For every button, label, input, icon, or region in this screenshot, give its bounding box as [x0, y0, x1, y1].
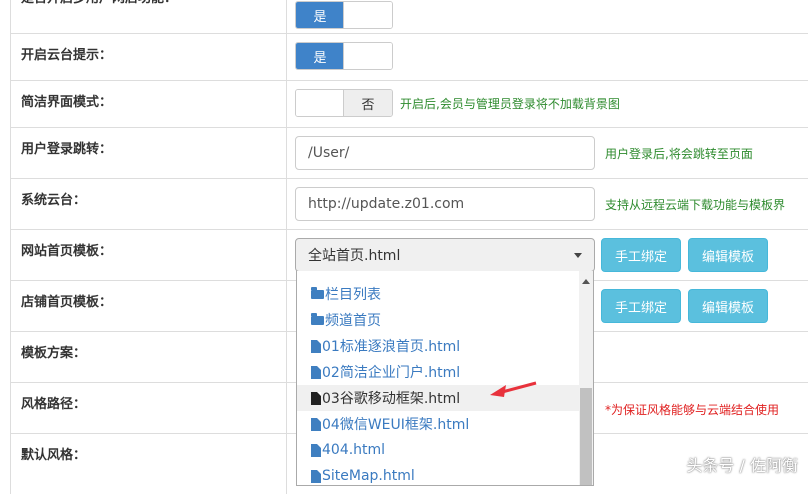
multi-user-shop-toggle[interactable]: 是: [295, 1, 393, 29]
field-label: 是否开启多用户网店功能：: [11, 0, 287, 33]
list-item[interactable]: SiteMap.html: [297, 463, 579, 485]
watermark: 头条号 / 佐阿衡: [686, 456, 798, 475]
field-label: 开启云台提示：: [11, 34, 287, 80]
simple-mode-hint: 开启后,会员与管理员登录将不加载背景图: [400, 97, 620, 111]
system-cloud-hint: 支持从远程云端下载功能与模板界: [605, 198, 786, 212]
annotation-arrow-icon: [490, 381, 537, 397]
field-label: 默认风格：: [11, 434, 287, 494]
row-cloud-tip: 开启云台提示： 是: [11, 34, 808, 81]
row-system-cloud: 系统云台： http://update.z01.com 支持从远程云端下载功能与…: [11, 179, 808, 230]
simple-mode-toggle[interactable]: 否: [295, 89, 393, 117]
caret-down-icon: [574, 253, 582, 258]
scroll-up-icon[interactable]: [582, 279, 590, 284]
toggle-no[interactable]: [343, 43, 392, 69]
folder-icon: [311, 286, 324, 299]
template-dropdown-list[interactable]: 栏目列表 频道首页 01标准逐浪首页.html 02简洁企业门户.html 03…: [296, 271, 594, 486]
field-label: 用户登录跳转：: [11, 128, 287, 178]
list-item[interactable]: 01标准逐浪首页.html: [297, 333, 579, 359]
row-login-redirect: 用户登录跳转： /User/ 用户登录后,将会跳转至页面: [11, 128, 808, 179]
cloud-tip-toggle[interactable]: 是: [295, 42, 393, 70]
dropdown-scrollbar[interactable]: [579, 271, 593, 485]
folder-icon: [311, 312, 324, 325]
scrollbar-thumb[interactable]: [580, 388, 592, 485]
row-simple-mode: 简洁界面模式： 否 开启后,会员与管理员登录将不加载背景图: [11, 81, 808, 128]
bind-button[interactable]: 手工绑定: [601, 238, 682, 272]
system-cloud-input[interactable]: http://update.z01.com: [295, 187, 595, 221]
toggle-no[interactable]: 否: [343, 90, 392, 116]
toggle-yes[interactable]: 是: [296, 2, 344, 28]
field-label: 网站首页模板：: [11, 230, 287, 280]
login-redirect-input[interactable]: /User/: [295, 136, 595, 170]
file-icon: [311, 391, 321, 405]
login-redirect-hint: 用户登录后,将会跳转至页面: [605, 147, 753, 161]
style-path-hint: *为保证风格能够与云端结合使用: [605, 403, 780, 417]
select-value: 全站首页.html: [308, 248, 401, 264]
file-icon: [311, 469, 321, 483]
field-label: 风格路径：: [11, 383, 287, 433]
file-icon: [311, 365, 321, 379]
file-icon: [311, 443, 321, 457]
list-item[interactable]: 04微信WEUI框架.html: [297, 411, 579, 437]
toggle-yes[interactable]: [296, 90, 344, 116]
field-label: 店铺首页模板：: [11, 281, 287, 331]
field-label: 模板方案：: [11, 332, 287, 382]
site-home-template-select[interactable]: 全站首页.html: [295, 238, 595, 272]
edit-template-button[interactable]: 编辑模板: [688, 289, 769, 323]
file-icon: [311, 417, 321, 431]
list-item[interactable]: 频道首页: [297, 307, 579, 333]
list-item[interactable]: 栏目列表: [297, 281, 579, 307]
field-label: 系统云台：: [11, 179, 287, 229]
list-item[interactable]: 404.html: [297, 437, 579, 463]
file-icon: [311, 339, 321, 353]
bind-button[interactable]: 手工绑定: [601, 289, 682, 323]
row-multi-user-shop: 是否开启多用户网店功能： 是: [11, 0, 808, 34]
toggle-no[interactable]: [343, 2, 392, 28]
field-label: 简洁界面模式：: [11, 81, 287, 127]
edit-template-button[interactable]: 编辑模板: [688, 238, 769, 272]
toggle-yes[interactable]: 是: [296, 43, 344, 69]
